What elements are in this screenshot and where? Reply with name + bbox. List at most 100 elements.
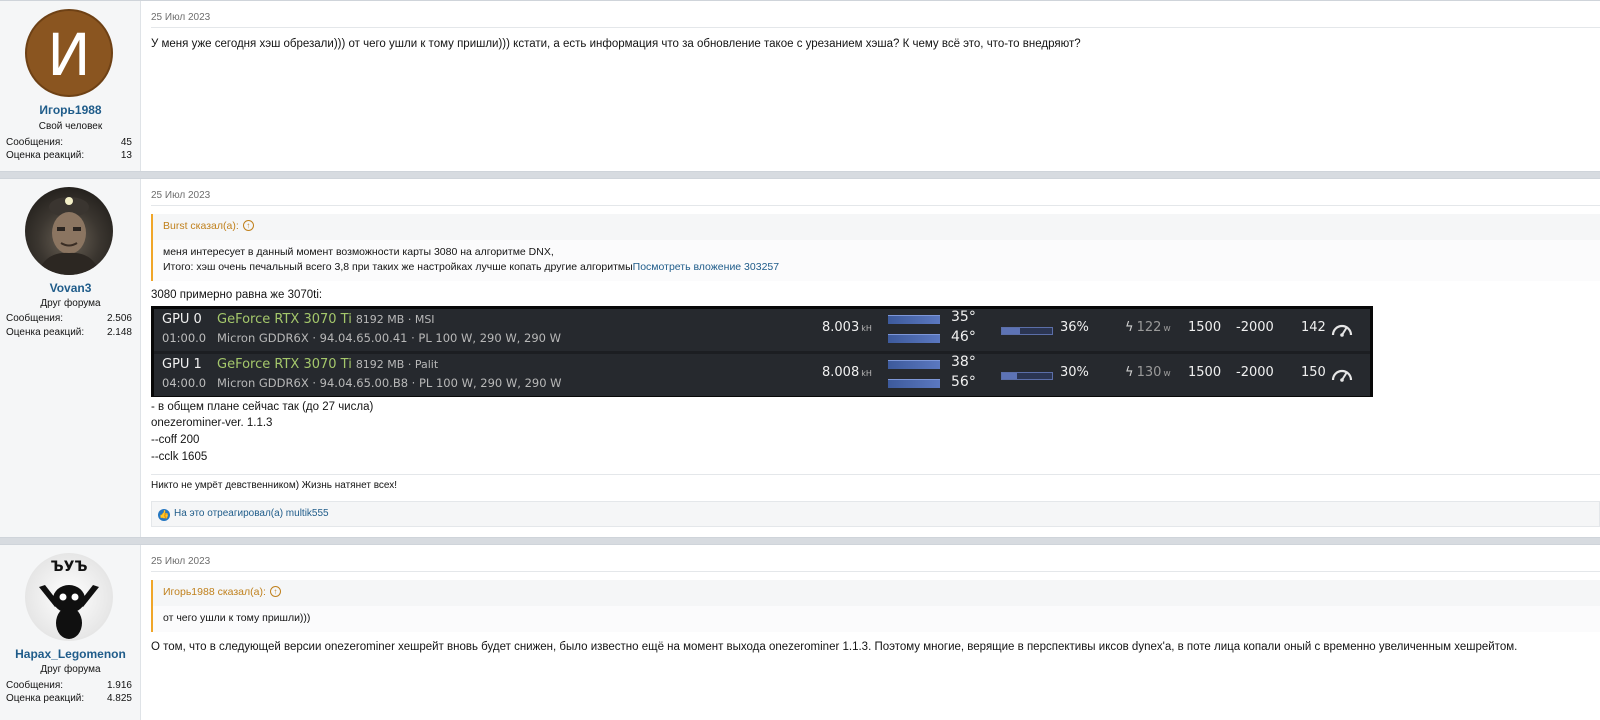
stat-label: Оценка реакций:	[6, 693, 85, 704]
gpu-power: ϟ 122 w	[1125, 320, 1171, 335]
quote-author[interactable]: Игорь1988 сказал(а):	[163, 586, 266, 598]
hashrate-sparkline	[888, 360, 940, 369]
post-date[interactable]: 25 Июл 2023	[151, 12, 210, 23]
quote-body: меня интересует в данный момент возможно…	[153, 240, 1600, 281]
jump-to-quote-icon[interactable]: ↑	[269, 586, 281, 597]
post-content: 25 Июл 2023 У меня уже сегодня хэш обрез…	[141, 1, 1600, 171]
hashrate-value: 8.008	[822, 365, 860, 380]
gpu-id: GPU 0	[162, 312, 202, 327]
reactions-stat: Оценка реакций: 13	[6, 150, 132, 161]
post-date[interactable]: 25 Июл 2023	[151, 190, 210, 201]
gpu-mem-clock: -2000	[1236, 365, 1274, 380]
temp-sparkline	[888, 379, 940, 388]
gpu-details: Micron GDDR6X · 94.04.65.00.B8 · PL 100 …	[217, 376, 562, 390]
stat-value[interactable]: 13	[121, 150, 132, 161]
gpu-fan: 36%	[1060, 320, 1089, 335]
like-icon: 👍	[158, 509, 170, 521]
jump-to-quote-icon[interactable]: ↑	[242, 220, 254, 231]
avatar[interactable]: И	[25, 9, 113, 97]
gpu-mem-clock: -2000	[1236, 320, 1274, 335]
stat-value[interactable]: 1.916	[107, 680, 132, 691]
bolt-icon: ϟ	[1125, 365, 1134, 380]
post-2: Vovan3 Друг форума Сообщения: 2.506 Оцен…	[0, 178, 1600, 538]
avatar[interactable]: ЪУЪ	[25, 553, 113, 641]
user-info: И Игорь1988 Свой человек Сообщения: 45 О…	[0, 1, 141, 171]
gauge-icon	[1331, 324, 1353, 337]
post-3: ЪУЪ Hapax_Legomenon Друг форума Сообщени…	[0, 544, 1600, 720]
quote-text-line: Итого: хэш очень печальный всего 3,8 при…	[163, 261, 633, 273]
quote-header[interactable]: Игорь1988 сказал(а): ↑	[163, 586, 281, 598]
gpu-model-name: GeForce RTX 3070 Ti	[217, 312, 352, 327]
gpu-core-clock: 1500	[1188, 320, 1222, 335]
gpu-bus: 01:00.0	[162, 331, 207, 345]
post-line: --coff 200	[151, 434, 200, 446]
divider	[151, 571, 1600, 572]
power-value: 122	[1136, 320, 1162, 335]
messages-stat: Сообщения: 45	[6, 137, 132, 148]
post-text: У меня уже сегодня хэш обрезали))) от че…	[151, 38, 1081, 50]
gpu-row: GPU 0 01:00.0 GeForce RTX 3070 Ti 8192 MB…	[154, 309, 1370, 351]
quote-header[interactable]: Burst сказал(а): ↑	[163, 220, 254, 232]
gpu-power: ϟ 130 w	[1125, 365, 1171, 380]
post-1: И Игорь1988 Свой человек Сообщения: 45 О…	[0, 0, 1600, 172]
quote-author[interactable]: Burst сказал(а):	[163, 220, 239, 232]
stat-value[interactable]: 4.825	[107, 693, 132, 704]
bolt-icon: ϟ	[1125, 320, 1134, 335]
gpu-model: GeForce RTX 3070 Ti 8192 MB · MSI	[217, 312, 435, 327]
attachment-link[interactable]: Посмотреть вложение 303257	[633, 261, 779, 273]
stat-value[interactable]: 2.148	[107, 327, 132, 338]
hashrate-unit: kH	[861, 324, 872, 333]
signature-divider	[151, 474, 1600, 475]
quote-text: Итого: хэш очень печальный всего 3,8 при…	[163, 261, 779, 273]
post-date[interactable]: 25 Июл 2023	[151, 556, 210, 567]
stat-value[interactable]: 2.506	[107, 313, 132, 324]
gpu-stats-image[interactable]: GPU 0 01:00.0 GeForce RTX 3070 Ti 8192 MB…	[151, 306, 1373, 397]
divider	[151, 205, 1600, 206]
username[interactable]: Vovan3	[0, 281, 141, 295]
username[interactable]: Игорь1988	[0, 103, 141, 117]
signature: Никто не умрёт девственником) Жизнь натя…	[151, 480, 398, 491]
user-title: Друг форума	[40, 664, 101, 675]
temp-sparkline	[888, 334, 940, 343]
power-value: 130	[1136, 365, 1162, 380]
power-unit: w	[1163, 369, 1171, 379]
gpu-id: GPU 1	[162, 357, 202, 372]
username[interactable]: Hapax_Legomenon	[0, 647, 141, 661]
avatar[interactable]	[25, 187, 113, 275]
user-info: ЪУЪ Hapax_Legomenon Друг форума Сообщени…	[0, 545, 141, 720]
user-info: Vovan3 Друг форума Сообщения: 2.506 Оцен…	[0, 179, 141, 537]
quote-block: Игорь1988 сказал(а): ↑ от чего ушли к том…	[151, 580, 1600, 632]
post-content: 25 Июл 2023 Игорь1988 сказал(а): ↑ от чег…	[141, 545, 1600, 720]
quote-text: меня интересует в данный момент возможно…	[163, 246, 554, 258]
fan-bar-fill	[1002, 373, 1017, 379]
divider	[151, 27, 1600, 28]
hashrate-sparkline	[888, 315, 940, 324]
miner-avatar-image	[37, 197, 101, 275]
power-unit: w	[1163, 324, 1171, 334]
black-cat-icon	[39, 585, 99, 639]
user-title: Свой человек	[38, 121, 103, 132]
reactions-text[interactable]: На это отреагировал(а) multik555	[174, 508, 329, 519]
stat-label: Сообщения:	[6, 680, 64, 691]
stat-label: Оценка реакций:	[6, 327, 85, 338]
reactions-stat: Оценка реакций: 4.825	[6, 693, 132, 704]
gpu-core-temp: 38°	[951, 354, 976, 370]
gpu-mem-temp: 46°	[951, 329, 976, 345]
gpu-fan: 30%	[1060, 365, 1089, 380]
gpu-power-limit: 142	[1301, 320, 1326, 335]
gpu-row: GPU 1 04:00.0 GeForce RTX 3070 Ti 8192 MB…	[154, 354, 1370, 396]
gauge-icon	[1331, 369, 1353, 382]
post-line: - в общем плане сейчас так (до 27 числа)	[151, 401, 374, 413]
fan-bar	[1001, 327, 1053, 335]
stat-label: Оценка реакций:	[6, 150, 85, 161]
post-text: О том, что в следующей версии onezeromin…	[151, 641, 1518, 653]
stat-value[interactable]: 45	[121, 137, 132, 148]
quote-body: от чего ушли к тому пришли)))	[153, 606, 1600, 632]
quote-text: от чего ушли к тому пришли)))	[163, 612, 311, 624]
gpu-bus: 04:00.0	[162, 376, 207, 390]
hashrate-value: 8.003	[822, 320, 860, 335]
stat-label: Сообщения:	[6, 137, 64, 148]
fan-bar	[1001, 372, 1053, 380]
reactions-bar[interactable]: 👍 На это отреагировал(а) multik555	[151, 501, 1600, 527]
gpu-power-limit: 150	[1301, 365, 1326, 380]
